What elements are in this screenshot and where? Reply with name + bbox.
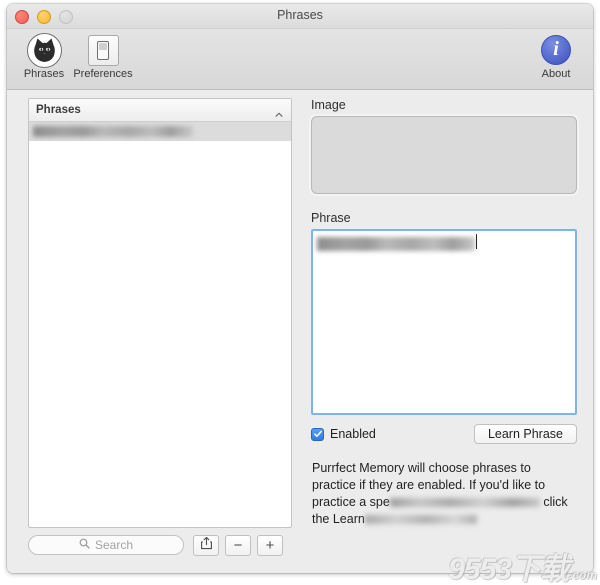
toolbar-item-about-label: About bbox=[541, 68, 571, 80]
learn-phrase-button-label: Learn Phrase bbox=[487, 427, 563, 441]
phrase-controls-row: Enabled Learn Phrase bbox=[311, 424, 577, 444]
list-action-buttons: − + bbox=[193, 534, 283, 556]
phrases-list-header-label: Phrases bbox=[36, 104, 81, 116]
remove-button-label: − bbox=[233, 536, 243, 554]
enabled-label: Enabled bbox=[330, 427, 376, 441]
checkmark-icon bbox=[313, 430, 322, 437]
app-window: Phrases Phrases Preferences i About Phra… bbox=[7, 4, 593, 573]
phrase-label: Phrase bbox=[311, 211, 351, 225]
add-button[interactable]: + bbox=[257, 534, 283, 556]
description-obscured-region-2 bbox=[364, 515, 477, 525]
info-icon: i bbox=[523, 31, 589, 69]
search-placeholder: Search bbox=[94, 538, 134, 552]
add-button-label: + bbox=[265, 536, 275, 554]
learn-phrase-button[interactable]: Learn Phrase bbox=[473, 424, 577, 444]
toolbar-item-phrases[interactable]: Phrases bbox=[11, 31, 77, 80]
list-bottom-bar: Search − + bbox=[28, 534, 290, 556]
remove-button[interactable]: − bbox=[225, 534, 251, 556]
title-bar: Phrases bbox=[7, 4, 593, 29]
list-item[interactable] bbox=[29, 122, 291, 141]
toolbar: Phrases Preferences i About bbox=[7, 29, 593, 90]
phrase-textarea[interactable] bbox=[311, 229, 577, 415]
share-button[interactable] bbox=[193, 534, 219, 556]
share-icon bbox=[200, 536, 213, 555]
enabled-checkbox[interactable] bbox=[311, 427, 324, 441]
phrases-list-header[interactable]: Phrases bbox=[29, 99, 291, 122]
phrases-list-panel: Phrases bbox=[28, 98, 292, 528]
toolbar-item-preferences-label: Preferences bbox=[73, 68, 133, 80]
text-caret bbox=[476, 234, 477, 249]
image-well[interactable] bbox=[311, 116, 577, 194]
toolbar-item-phrases-label: Phrases bbox=[23, 68, 65, 80]
description-text: Purrfect Memory will choose phrases to p… bbox=[312, 460, 568, 528]
phrases-list-body bbox=[29, 122, 291, 141]
window-title: Phrases bbox=[277, 8, 323, 22]
search-input[interactable]: Search bbox=[28, 535, 184, 555]
image-label: Image bbox=[311, 98, 346, 112]
cat-icon bbox=[11, 31, 77, 69]
switch-icon bbox=[70, 31, 136, 69]
description-obscured-region-1 bbox=[389, 498, 540, 508]
content-area: Phrases Search − + Image Phrase Enabled … bbox=[7, 90, 593, 573]
screenshot-root: Phrases Phrases Preferences i About Phra… bbox=[0, 0, 600, 585]
list-item-label-redacted bbox=[33, 126, 193, 137]
phrase-text-redacted bbox=[317, 237, 475, 251]
chevron-up-icon[interactable] bbox=[275, 106, 283, 117]
toolbar-item-preferences[interactable]: Preferences bbox=[70, 31, 136, 80]
detail-pane: Image Phrase Enabled Learn Phrase Purrfe… bbox=[304, 98, 580, 528]
search-icon bbox=[79, 536, 90, 554]
toolbar-item-about[interactable]: i About bbox=[523, 31, 589, 80]
